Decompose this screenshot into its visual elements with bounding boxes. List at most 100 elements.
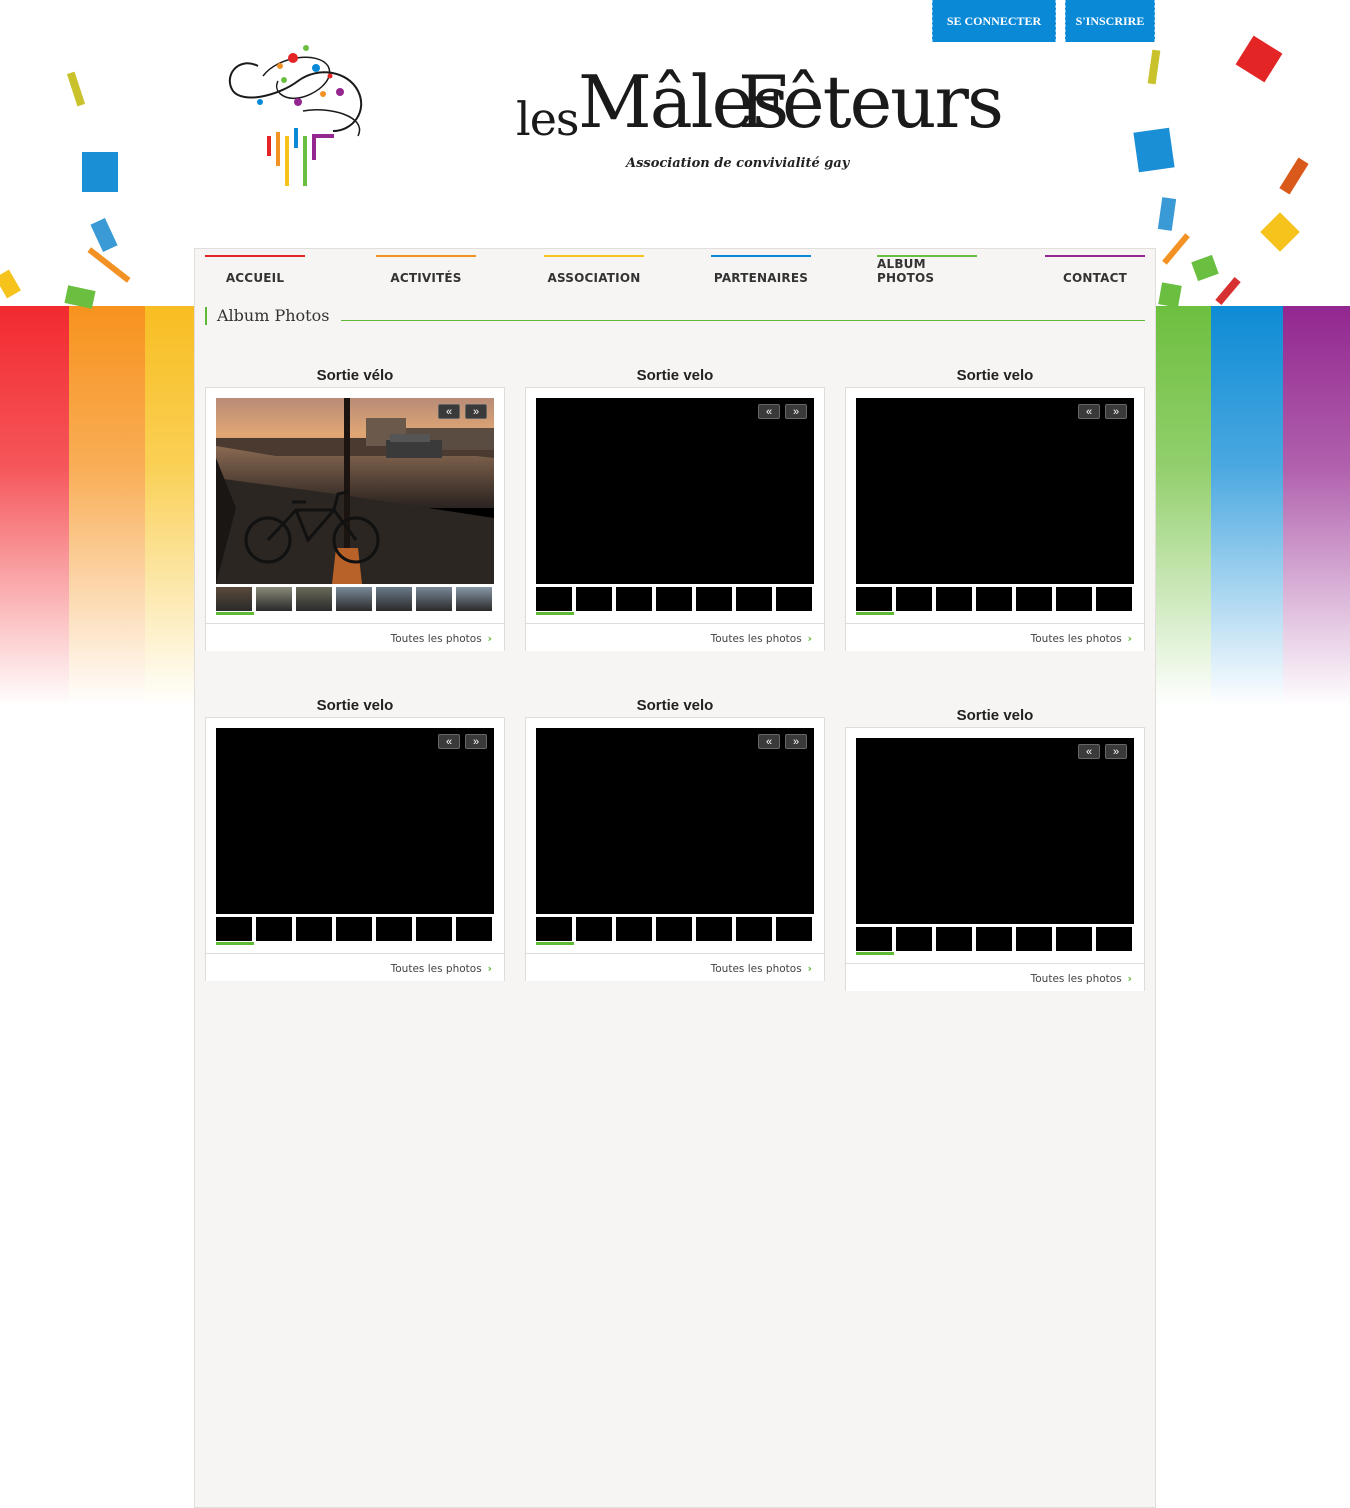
- thumbnail[interactable]: [736, 587, 772, 611]
- slideshow-prev-button[interactable]: «: [758, 734, 780, 749]
- active-thumbnail-indicator: [216, 942, 254, 945]
- thumbnail[interactable]: [736, 917, 772, 941]
- thumbnail[interactable]: [696, 917, 732, 941]
- slideshow-next-button[interactable]: »: [785, 404, 807, 419]
- thumbnail[interactable]: [1056, 587, 1092, 611]
- nav-item-accueil[interactable]: ACCUEIL: [205, 255, 305, 287]
- stripe-orange: [69, 306, 145, 706]
- all-photos-link[interactable]: Toutes les photos ›: [391, 633, 492, 645]
- slideshow-prev-button[interactable]: «: [438, 734, 460, 749]
- slideshow-next-button[interactable]: »: [465, 404, 487, 419]
- chevron-right-icon: ›: [487, 963, 492, 975]
- thumbnail[interactable]: [576, 587, 612, 611]
- nav-item-activites[interactable]: ACTIVITÉS: [376, 255, 476, 287]
- thumbnail[interactable]: [856, 587, 892, 611]
- thumbnail-strip: [216, 587, 496, 617]
- thumbnail[interactable]: [616, 917, 652, 941]
- thumbnail[interactable]: [656, 917, 692, 941]
- thumbnail[interactable]: [656, 587, 692, 611]
- thumbnail-strip: [216, 917, 496, 947]
- thumbnail[interactable]: [256, 917, 292, 941]
- thumbnail[interactable]: [896, 587, 932, 611]
- all-photos-label: Toutes les photos: [710, 963, 802, 975]
- thumbnail[interactable]: [976, 587, 1012, 611]
- logo-word-feteurs: Fêteurs: [738, 60, 1004, 144]
- thumbnail[interactable]: [416, 917, 452, 941]
- thumbnail[interactable]: [936, 927, 972, 951]
- thumbnail[interactable]: [536, 587, 572, 611]
- thumbnail-strip: [536, 587, 816, 617]
- nav-item-association[interactable]: ASSOCIATION: [544, 255, 644, 287]
- section-header: Album Photos: [205, 306, 1145, 327]
- thumbnail[interactable]: [336, 587, 372, 611]
- thumbnail[interactable]: [576, 917, 612, 941]
- slideshow-prev-button[interactable]: «: [1078, 744, 1100, 759]
- slideshow-next-button[interactable]: »: [1105, 404, 1127, 419]
- slideshow-next-button[interactable]: »: [785, 734, 807, 749]
- album-footer: Toutes les photos ›: [206, 953, 504, 982]
- album-title: Sortie velo: [956, 707, 1034, 724]
- left-rainbow-stripes: [0, 306, 194, 706]
- thumbnail[interactable]: [296, 587, 332, 611]
- thumbnail[interactable]: [1016, 927, 1052, 951]
- thumbnail[interactable]: [376, 587, 412, 611]
- slideshow-prev-button[interactable]: «: [758, 404, 780, 419]
- stripe-green: [1156, 306, 1211, 706]
- thumbnail[interactable]: [296, 917, 332, 941]
- thumbnail[interactable]: [1096, 587, 1132, 611]
- logo-word-les: les: [516, 92, 580, 146]
- active-thumbnail-indicator: [856, 952, 894, 955]
- thumbnail[interactable]: [416, 587, 452, 611]
- all-photos-link[interactable]: Toutes les photos ›: [1031, 973, 1132, 985]
- slideshow-prev-button[interactable]: «: [438, 404, 460, 419]
- thumbnail[interactable]: [776, 587, 812, 611]
- slideshow-next-button[interactable]: »: [1105, 744, 1127, 759]
- thumbnail[interactable]: [976, 927, 1012, 951]
- thumbnail[interactable]: [1056, 927, 1092, 951]
- confetti-shape: [1133, 127, 1175, 173]
- thumbnail[interactable]: [256, 587, 292, 611]
- album-slideshow: «» Toutes les photos ›: [525, 717, 825, 981]
- slideshow-main-image[interactable]: «»: [536, 728, 814, 914]
- thumbnail[interactable]: [1096, 927, 1132, 951]
- thumbnail[interactable]: [216, 917, 252, 941]
- thumbnail[interactable]: [376, 917, 412, 941]
- confetti-shape: [1158, 282, 1182, 308]
- chevron-right-icon: ›: [807, 963, 812, 975]
- thumbnail[interactable]: [1016, 587, 1052, 611]
- album-card: Sortie velo «» Toutes les photos ›: [525, 367, 825, 657]
- confetti-shape: [90, 218, 118, 252]
- thumbnail-strip: [856, 927, 1136, 957]
- thumbnail[interactable]: [456, 917, 492, 941]
- thumbnail[interactable]: [776, 917, 812, 941]
- all-photos-link[interactable]: Toutes les photos ›: [711, 633, 812, 645]
- slideshow-main-image[interactable]: «»: [216, 398, 494, 584]
- slideshow-main-image[interactable]: «»: [216, 728, 494, 914]
- thumbnail[interactable]: [896, 927, 932, 951]
- all-photos-link[interactable]: Toutes les photos ›: [391, 963, 492, 975]
- slideshow-main-image[interactable]: «»: [856, 738, 1134, 924]
- thumbnail-strip: [856, 587, 1136, 617]
- page-title: Album Photos: [217, 306, 330, 325]
- thumbnail[interactable]: [536, 917, 572, 941]
- thumbnail[interactable]: [456, 587, 492, 611]
- signup-button[interactable]: S'INSCRIRE: [1065, 0, 1155, 42]
- thumbnail[interactable]: [696, 587, 732, 611]
- thumbnail[interactable]: [856, 927, 892, 951]
- slideshow-main-image[interactable]: «»: [536, 398, 814, 584]
- slideshow-prev-button[interactable]: «: [1078, 404, 1100, 419]
- slideshow-main-image[interactable]: «»: [856, 398, 1134, 584]
- all-photos-link[interactable]: Toutes les photos ›: [711, 963, 812, 975]
- nav-item-album-photos[interactable]: ALBUM PHOTOS: [877, 255, 977, 287]
- nav-item-contact[interactable]: CONTACT: [1045, 255, 1145, 287]
- thumbnail[interactable]: [216, 587, 252, 611]
- thumbnail[interactable]: [336, 917, 372, 941]
- album-slideshow: «» Toutes les photos ›: [845, 727, 1145, 991]
- thumbnail[interactable]: [936, 587, 972, 611]
- thumbnail[interactable]: [616, 587, 652, 611]
- album-title: Sortie velo: [956, 367, 1034, 384]
- slideshow-next-button[interactable]: »: [465, 734, 487, 749]
- nav-item-partenaires[interactable]: PARTENAIRES: [711, 255, 811, 287]
- login-button[interactable]: SE CONNECTER: [932, 0, 1056, 42]
- all-photos-link[interactable]: Toutes les photos ›: [1031, 633, 1132, 645]
